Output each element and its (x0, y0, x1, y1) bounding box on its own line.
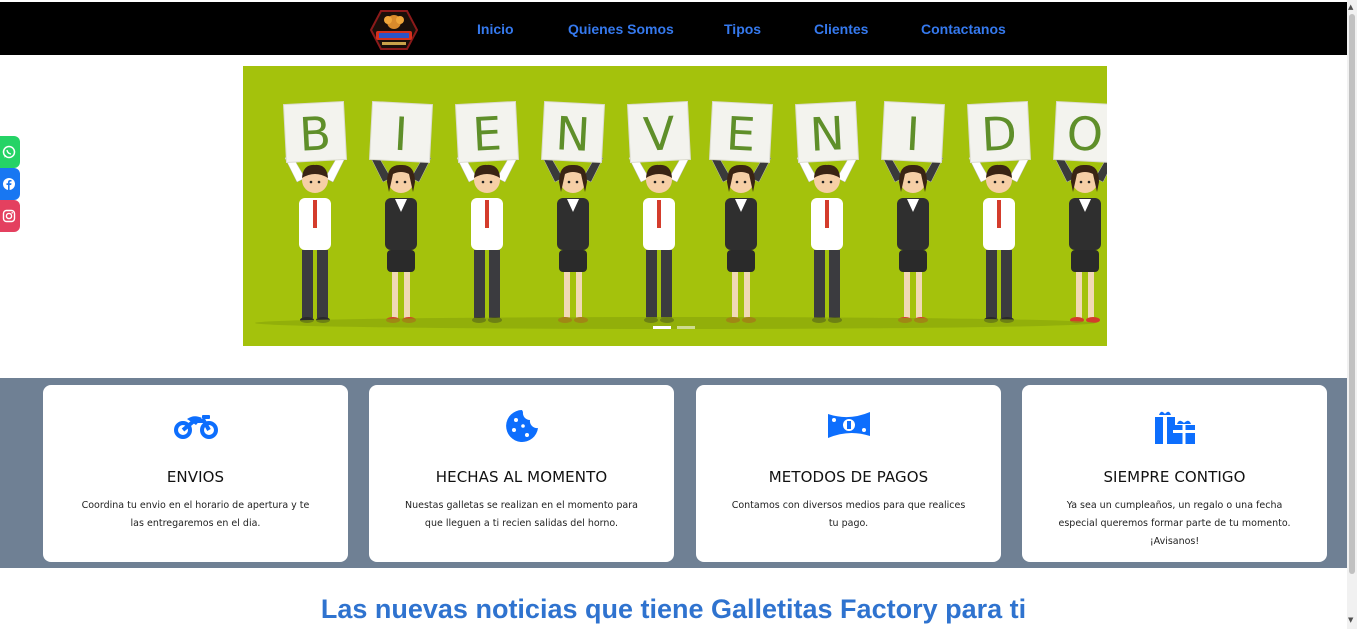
scrollbar-thumb[interactable] (1349, 14, 1355, 574)
feature-card-metodos-de-pagos: METODOS DE PAGOS Contamos con diversos m… (696, 385, 1001, 562)
feature-text: Contamos con diversos medios para que re… (731, 500, 966, 529)
banner-letter: E (471, 106, 503, 161)
galletitas-factory-logo[interactable] (369, 9, 419, 51)
feature-title: HECHAS AL MOMENTO (435, 468, 608, 486)
banner-letter-card: I (368, 100, 434, 164)
banner-letter: D (980, 106, 1018, 162)
banner-letter-card: N (540, 100, 606, 164)
banner-letter: N (809, 106, 846, 162)
banner-letter: O (1065, 106, 1104, 162)
facebook-icon (3, 178, 15, 190)
banner-person (284, 153, 346, 323)
feature-card-siempre-contigo: SIEMPRE CONTIGO Ya sea un cumpleaños, un… (1022, 385, 1327, 562)
banner-letter: I (393, 107, 409, 162)
banner-letter-card: V (626, 100, 692, 164)
banner-person (796, 153, 858, 323)
banner-person (1054, 153, 1107, 323)
navbar: Inicio Quienes Somos Tipos Clientes Cont… (0, 2, 1347, 55)
nav-link-tipos[interactable]: Tipos (724, 21, 761, 37)
banner-letter-card: D (966, 100, 1032, 164)
news-section-title: Las nuevas noticias que tiene Galletitas… (320, 594, 1027, 624)
banner-person (370, 153, 432, 323)
instagram-button[interactable] (0, 200, 20, 232)
banner-letter-card: O (1052, 100, 1107, 164)
nav-link-contactanos[interactable]: Contactanos (921, 21, 1006, 37)
carousel-indicator-1[interactable] (653, 326, 671, 329)
banner-letter: E (725, 106, 757, 161)
gifts-icon (1154, 411, 1195, 444)
feature-title: ENVIOS (166, 468, 225, 486)
banner-person (710, 153, 772, 323)
feature-text: Ya sea un cumpleaños, un regalo o una fe… (1058, 500, 1291, 547)
bienvenido-banner-image: BIENVENIDO (255, 100, 1107, 329)
banner-letter-card: E (454, 100, 520, 164)
carousel-indicator-2[interactable] (677, 326, 695, 329)
vertical-scrollbar[interactable]: ▲ ▼ (1347, 0, 1357, 629)
nav-link-clientes[interactable]: Clientes (814, 21, 868, 37)
whatsapp-button[interactable] (0, 136, 20, 168)
banner-person (882, 153, 944, 323)
facebook-button[interactable] (0, 168, 20, 200)
scroll-up-arrow-icon[interactable]: ▲ (1348, 3, 1353, 11)
nav-link-inicio[interactable]: Inicio (477, 21, 514, 37)
feature-text: Coordina tu envio en el horario de apert… (81, 500, 310, 529)
feature-title: METODOS DE PAGOS (768, 468, 929, 486)
banner-letter-card: I (880, 100, 946, 164)
banner-letter-card: N (794, 100, 860, 164)
feature-title: SIEMPRE CONTIGO (1103, 468, 1246, 486)
feature-text: Nuestas galletas se realizan en el momen… (405, 500, 638, 529)
money-bill-icon (827, 412, 870, 438)
scroll-down-arrow-icon[interactable]: ▼ (1348, 616, 1353, 624)
banner-letter: V (642, 106, 677, 162)
feature-card-envios: ENVIOS Coordina tu envio en el horario d… (43, 385, 348, 562)
banner-letter: I (905, 107, 921, 162)
whatsapp-icon (2, 145, 16, 159)
banner-letter-card: E (708, 100, 774, 164)
banner-person (628, 153, 690, 323)
banner-letter-card: B (282, 100, 348, 164)
hero-carousel[interactable]: BIENVENIDO (243, 66, 1107, 346)
banner-person (542, 153, 604, 323)
features-section: ENVIOS Coordina tu envio en el horario d… (0, 378, 1347, 568)
banner-person (456, 153, 518, 323)
nav-link-quienes-somos[interactable]: Quienes Somos (568, 21, 674, 37)
motorcycle-icon (173, 415, 218, 439)
instagram-icon (2, 209, 16, 223)
banner-person (968, 153, 1030, 323)
page: Inicio Quienes Somos Tipos Clientes Cont… (0, 0, 1357, 629)
banner-letter: B (298, 106, 332, 162)
banner-letter: N (554, 106, 591, 162)
cookie-icon (505, 410, 538, 442)
feature-card-hechas-al-momento: HECHAS AL MOMENTO Nuestas galletas se re… (369, 385, 674, 562)
